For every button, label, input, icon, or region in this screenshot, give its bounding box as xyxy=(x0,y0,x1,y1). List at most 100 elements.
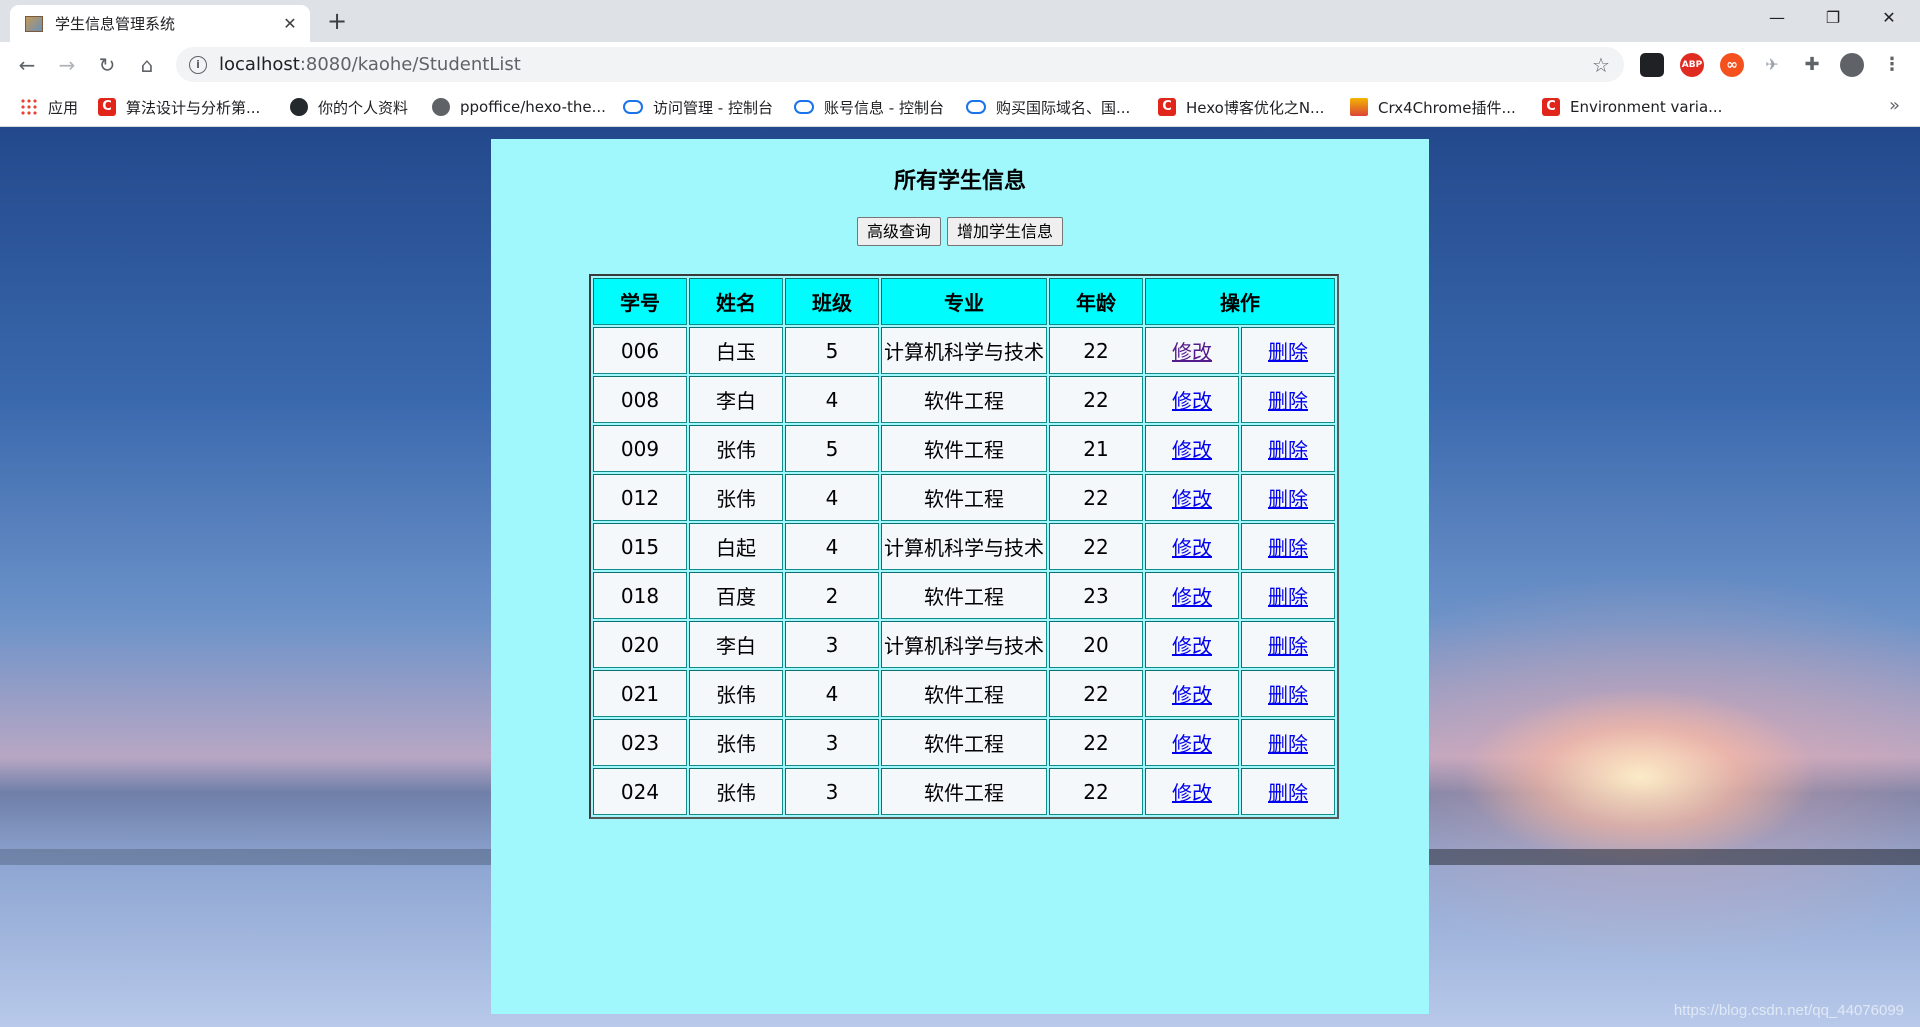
cell-delete: 删除 xyxy=(1241,670,1335,717)
cell-major: 计算机科学与技术 xyxy=(881,621,1047,668)
bookmark-star-icon[interactable]: ☆ xyxy=(1586,53,1616,77)
window-close-button[interactable]: ✕ xyxy=(1866,0,1912,36)
profile-avatar-icon[interactable] xyxy=(1840,53,1864,77)
github-icon xyxy=(290,98,308,116)
cell-class: 4 xyxy=(785,670,879,717)
home-icon[interactable]: ⌂ xyxy=(132,50,162,80)
url-path: :8080/kaohe/StudentList xyxy=(299,54,521,75)
bookmark-github-profile[interactable]: 你的个人资料 xyxy=(290,95,408,119)
bookmark-environment[interactable]: C Environment varia... xyxy=(1542,95,1722,119)
cell-delete: 删除 xyxy=(1241,523,1335,570)
cell-age: 23 xyxy=(1049,572,1143,619)
edit-link[interactable]: 修改 xyxy=(1172,634,1212,658)
bookmark-domain-purchase[interactable]: 购买国际域名、国... xyxy=(966,95,1130,119)
cell-age: 22 xyxy=(1049,327,1143,374)
cloud-icon xyxy=(623,100,643,114)
table-row: 006 白玉 5 计算机科学与技术 22 修改 删除 xyxy=(593,327,1335,374)
cell-delete: 删除 xyxy=(1241,376,1335,423)
bookmark-label: 访问管理 - 控制台 xyxy=(653,98,773,117)
cell-name: 百度 xyxy=(689,572,783,619)
edit-link[interactable]: 修改 xyxy=(1172,781,1212,805)
delete-link[interactable]: 删除 xyxy=(1268,487,1308,511)
edit-link[interactable]: 修改 xyxy=(1172,536,1212,560)
delete-link[interactable]: 删除 xyxy=(1268,340,1308,364)
cloud-icon xyxy=(966,100,986,114)
cell-age: 22 xyxy=(1049,719,1143,766)
advanced-query-button[interactable]: 高级查询 xyxy=(856,217,941,246)
edit-link[interactable]: 修改 xyxy=(1172,389,1212,413)
cell-name: 张伟 xyxy=(689,768,783,815)
bookmark-label: Hexo博客优化之N... xyxy=(1186,98,1325,117)
forward-arrow-icon[interactable]: → xyxy=(52,50,82,80)
edit-link[interactable]: 修改 xyxy=(1172,585,1212,609)
content-panel: 所有学生信息 高级查询 增加学生信息 学号 姓名 班级 专业 年龄 操作 006… xyxy=(491,139,1429,1014)
cell-class: 4 xyxy=(785,523,879,570)
reload-icon[interactable]: ↻ xyxy=(92,50,122,80)
crx4chrome-icon xyxy=(1350,98,1368,116)
edit-link[interactable]: 修改 xyxy=(1172,487,1212,511)
edit-link[interactable]: 修改 xyxy=(1172,340,1212,364)
header-operation: 操作 xyxy=(1145,278,1335,325)
delete-link[interactable]: 删除 xyxy=(1268,438,1308,462)
cell-age: 22 xyxy=(1049,523,1143,570)
tab-close-icon[interactable]: ✕ xyxy=(278,14,302,33)
table-row: 023 张伟 3 软件工程 22 修改 删除 xyxy=(593,719,1335,766)
cell-name: 李白 xyxy=(689,376,783,423)
cell-major: 软件工程 xyxy=(881,719,1047,766)
adblock-icon[interactable]: ABP xyxy=(1680,53,1704,77)
cell-edit: 修改 xyxy=(1145,425,1239,472)
bookmark-hexo-blog[interactable]: C Hexo博客优化之N... xyxy=(1158,95,1324,119)
cell-major: 软件工程 xyxy=(881,376,1047,423)
bookmark-apps[interactable]: 应用 xyxy=(20,95,78,119)
bookmark-algorithm[interactable]: C 算法设计与分析第... xyxy=(98,95,260,119)
browser-toolbar: ← → ↻ ⌂ i localhost:8080/kaohe/StudentLi… xyxy=(0,42,1920,87)
infinity-extension-icon[interactable]: ∞ xyxy=(1720,53,1744,77)
delete-link[interactable]: 删除 xyxy=(1268,781,1308,805)
bookmark-hexo-theme[interactable]: ppoffice/hexo-the... xyxy=(432,95,606,119)
delete-link[interactable]: 删除 xyxy=(1268,536,1308,560)
table-header-row: 学号 姓名 班级 专业 年龄 操作 xyxy=(593,278,1335,325)
bookmark-access-console[interactable]: 访问管理 - 控制台 xyxy=(623,95,773,119)
edit-link[interactable]: 修改 xyxy=(1172,683,1212,707)
edit-link[interactable]: 修改 xyxy=(1172,438,1212,462)
cell-major: 软件工程 xyxy=(881,572,1047,619)
extensions-puzzle-icon[interactable]: ✚ xyxy=(1800,53,1824,77)
cell-age: 20 xyxy=(1049,621,1143,668)
menu-kebab-icon[interactable]: ⋮ xyxy=(1880,53,1904,77)
edit-link[interactable]: 修改 xyxy=(1172,732,1212,756)
delete-link[interactable]: 删除 xyxy=(1268,683,1308,707)
cell-age: 22 xyxy=(1049,376,1143,423)
delete-link[interactable]: 删除 xyxy=(1268,389,1308,413)
delete-link[interactable]: 删除 xyxy=(1268,585,1308,609)
extension-mask-icon[interactable] xyxy=(1640,53,1664,77)
bookmarks-overflow-icon[interactable]: » xyxy=(1889,95,1900,116)
address-bar[interactable]: i localhost:8080/kaohe/StudentList ☆ xyxy=(176,47,1624,82)
cell-delete: 删除 xyxy=(1241,768,1335,815)
bookmark-label: 账号信息 - 控制台 xyxy=(824,98,944,117)
window-restore-button[interactable]: ❐ xyxy=(1810,0,1856,36)
tab-strip: 学生信息管理系统 ✕ + — ❐ ✕ xyxy=(0,0,1920,42)
delete-link[interactable]: 删除 xyxy=(1268,634,1308,658)
bookmark-account-console[interactable]: 账号信息 - 控制台 xyxy=(794,95,944,119)
active-tab[interactable]: 学生信息管理系统 ✕ xyxy=(10,5,310,42)
bookmark-label: 购买国际域名、国... xyxy=(996,98,1131,117)
site-info-icon[interactable]: i xyxy=(189,55,207,74)
globe-icon xyxy=(432,98,450,116)
bookmark-label: Crx4Chrome插件... xyxy=(1378,98,1516,117)
bookmark-crx4chrome[interactable]: Crx4Chrome插件... xyxy=(1350,95,1516,119)
window-minimize-button[interactable]: — xyxy=(1754,0,1800,36)
bookmark-label: ppoffice/hexo-the... xyxy=(460,98,606,116)
cell-delete: 删除 xyxy=(1241,621,1335,668)
new-tab-button[interactable]: + xyxy=(322,6,352,36)
cell-major: 软件工程 xyxy=(881,768,1047,815)
cell-name: 李白 xyxy=(689,621,783,668)
student-table: 学号 姓名 班级 专业 年龄 操作 006 白玉 5 计算机科学与技术 22 修… xyxy=(589,274,1339,819)
cell-edit: 修改 xyxy=(1145,376,1239,423)
add-student-button[interactable]: 增加学生信息 xyxy=(947,217,1064,246)
url-text[interactable]: localhost:8080/kaohe/StudentList xyxy=(219,54,1586,75)
delete-link[interactable]: 删除 xyxy=(1268,732,1308,756)
bird-extension-icon[interactable]: ✈ xyxy=(1760,53,1784,77)
cell-major: 软件工程 xyxy=(881,425,1047,472)
back-arrow-icon[interactable]: ← xyxy=(12,50,42,80)
table-row: 024 张伟 3 软件工程 22 修改 删除 xyxy=(593,768,1335,815)
